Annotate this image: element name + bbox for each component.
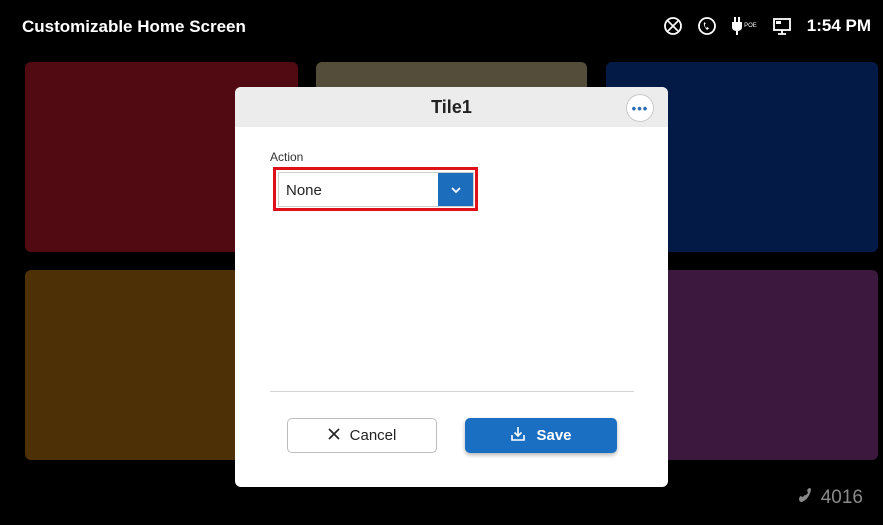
extension-display: 4016: [797, 487, 863, 509]
close-icon: [328, 427, 340, 444]
display-icon: [771, 16, 793, 36]
cancel-label: Cancel: [349, 427, 397, 444]
extension-number: 4016: [820, 487, 863, 508]
action-label: Action: [270, 150, 304, 164]
status-icons: POE 1:54 PM: [663, 12, 871, 40]
action-select-value: None: [286, 182, 322, 199]
dialog-title: Tile1: [431, 97, 472, 117]
save-button[interactable]: Save: [465, 418, 617, 453]
save-label: Save: [536, 427, 572, 444]
download-icon: [510, 426, 526, 446]
chevron-down-icon: [450, 181, 462, 199]
cancel-button[interactable]: Cancel: [287, 418, 437, 453]
poe-label: POE: [744, 23, 757, 29]
dialog-header: Tile1 •••: [235, 87, 668, 127]
poe-plug-icon: POE: [731, 16, 757, 36]
action-dropdown-button[interactable]: [438, 173, 473, 206]
more-dots-icon: •••: [631, 100, 649, 116]
phone-icon: [697, 16, 717, 36]
dialog-divider: [270, 391, 634, 392]
no-network-icon: [663, 16, 683, 36]
action-select[interactable]: None: [278, 172, 474, 207]
status-bar: Customizable Home Screen POE 1:54 PM: [0, 0, 883, 50]
clock: 1:54 PM: [806, 16, 871, 35]
more-options-button[interactable]: •••: [626, 94, 654, 122]
app-title: Customizable Home Screen: [22, 17, 246, 36]
tile-settings-dialog: Tile1 ••• Action None Cancel Save: [235, 87, 668, 487]
phone-handset-icon: [797, 487, 813, 509]
